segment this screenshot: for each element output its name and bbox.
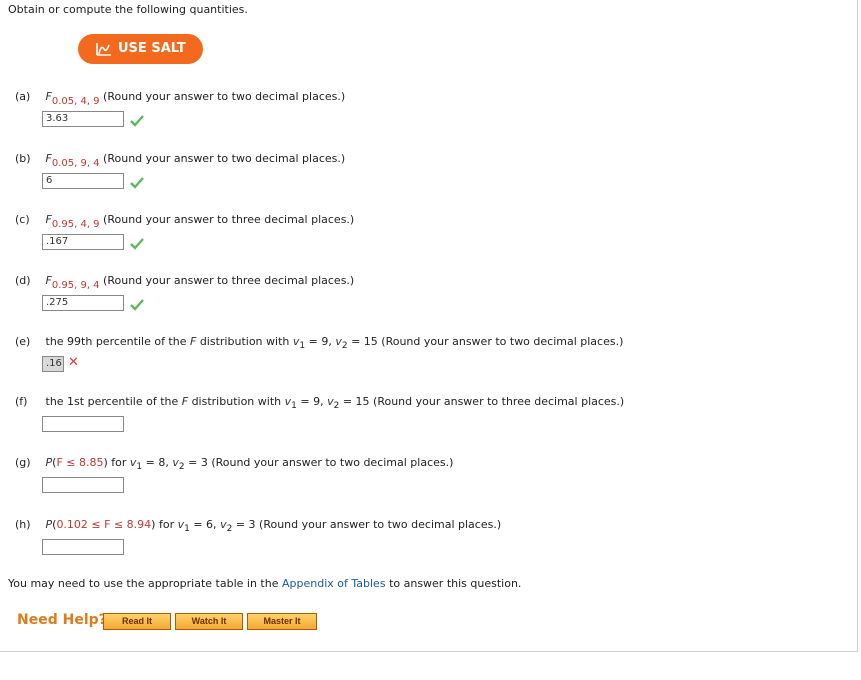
question-h: (h) P(0.102 ≤ F ≤ 8.94) for v1 = 6, v2 =… <box>15 518 502 534</box>
incorrect-x-icon: ✕ <box>68 355 79 370</box>
checkmark-icon <box>130 238 144 250</box>
nu1-value: = 9, <box>300 395 324 408</box>
question-text: distribution with <box>199 335 290 348</box>
question-text: the 1st percentile of the <box>45 395 179 408</box>
answer-input-a[interactable]: 3.63 <box>42 111 124 127</box>
nu-symbol: v <box>172 456 179 469</box>
question-f: (f) the 1st percentile of the F distribu… <box>15 395 625 411</box>
question-label: (e) <box>15 335 31 348</box>
question-instruction: (Round your answer to two decimal places… <box>103 152 346 165</box>
nu2-value: = 3 (Round your answer to two decimal pl… <box>188 456 454 469</box>
question-instruction: (Round your answer to two decimal places… <box>103 90 346 103</box>
checkmark-icon <box>130 177 144 189</box>
question-text: distribution with <box>191 395 282 408</box>
answer-input-c[interactable]: .167 <box>42 234 124 250</box>
nu1-value: = 8, <box>145 456 169 469</box>
salt-icon <box>96 43 111 56</box>
use-salt-label: USE SALT <box>118 41 186 56</box>
f-subscript: 0.95, 9, 4 <box>51 280 100 291</box>
question-label: (c) <box>15 213 30 226</box>
question-text: the 99th percentile of the <box>45 335 187 348</box>
f-symbol: F <box>45 152 52 165</box>
question-label: (f) <box>15 395 28 408</box>
paren: ) <box>103 456 108 469</box>
intro-text: Obtain or compute the following quantiti… <box>8 3 248 16</box>
question-label: (g) <box>15 456 31 469</box>
answer-input-f[interactable] <box>42 416 124 432</box>
master-it-button[interactable]: Master It <box>247 613 317 630</box>
f-symbol: F <box>45 90 52 103</box>
question-b: (b) F0.05, 9, 4 (Round your answer to tw… <box>15 152 346 169</box>
f-subscript: 0.05, 9, 4 <box>51 158 100 169</box>
nu-subscript: 1 <box>299 341 306 351</box>
answer-input-g[interactable] <box>42 477 124 493</box>
question-c: (c) F0.95, 4, 9 (Round your answer to th… <box>15 213 355 230</box>
question-label: (b) <box>15 152 31 165</box>
question-panel: Obtain or compute the following quantiti… <box>0 0 858 652</box>
answer-input-b[interactable]: 6 <box>42 173 124 189</box>
question-label: (a) <box>15 90 31 103</box>
checkmark-icon <box>130 115 144 127</box>
question-g: (g) P(F ≤ 8.85) for v1 = 8, v2 = 3 (Roun… <box>15 456 454 472</box>
probability-expression: F ≤ 8.85 <box>56 456 104 469</box>
question-a: (a) F0.05, 4, 9 (Round your answer to tw… <box>15 90 346 107</box>
watch-it-button[interactable]: Watch It <box>175 613 243 630</box>
nu-symbol: v <box>335 335 342 348</box>
need-help-label: Need Help? <box>17 612 107 628</box>
answer-input-h[interactable] <box>42 539 124 555</box>
nu-subscript: 2 <box>341 341 348 351</box>
question-text: for <box>111 456 127 469</box>
read-it-button[interactable]: Read It <box>103 613 171 630</box>
nu2-value: = 3 (Round your answer to two decimal pl… <box>235 518 502 531</box>
question-text: for <box>158 518 175 531</box>
question-d: (d) F0.95, 9, 4 (Round your answer to th… <box>15 274 355 291</box>
nu2-value: = 15 (Round your answer to three decimal… <box>342 395 625 408</box>
question-instruction: (Round your answer to three decimal plac… <box>103 274 355 287</box>
probability-expression: 0.102 ≤ F ≤ 8.94 <box>56 518 152 531</box>
nu-subscript: 2 <box>178 462 185 472</box>
answer-input-e[interactable]: .16 <box>42 356 64 372</box>
use-salt-button[interactable]: USE SALT <box>78 34 203 64</box>
f-symbol: F <box>190 335 197 348</box>
question-e: (e) the 99th percentile of the F distrib… <box>15 335 624 351</box>
nu-subscript: 2 <box>333 401 340 411</box>
answer-input-d[interactable]: .275 <box>42 295 124 311</box>
nu1-value: = 9, <box>308 335 332 348</box>
nu-subscript: 1 <box>291 401 297 411</box>
nu-symbol: v <box>220 518 227 531</box>
nu-subscript: 1 <box>136 462 143 472</box>
appendix-text: to answer this question. <box>389 577 522 590</box>
nu-symbol: v <box>327 395 334 408</box>
nu-subscript: 1 <box>184 524 190 534</box>
appendix-text: You may need to use the appropriate tabl… <box>8 577 279 590</box>
appendix-link[interactable]: Appendix of Tables <box>282 577 386 590</box>
nu2-value: = 15 (Round your answer to two decimal p… <box>351 335 624 348</box>
f-symbol: F <box>45 213 52 226</box>
checkmark-icon <box>130 299 144 311</box>
paren: ) <box>151 518 156 531</box>
f-symbol: F <box>45 274 52 287</box>
f-symbol: F <box>181 395 189 408</box>
nu-subscript: 2 <box>226 524 233 534</box>
appendix-note: You may need to use the appropriate tabl… <box>8 577 521 590</box>
f-subscript: 0.05, 4, 9 <box>51 96 100 107</box>
question-label: (h) <box>15 518 31 531</box>
nu1-value: = 6, <box>193 518 217 531</box>
f-subscript: 0.95, 4, 9 <box>51 219 100 230</box>
question-instruction: (Round your answer to three decimal plac… <box>103 213 355 226</box>
question-label: (d) <box>15 274 31 287</box>
